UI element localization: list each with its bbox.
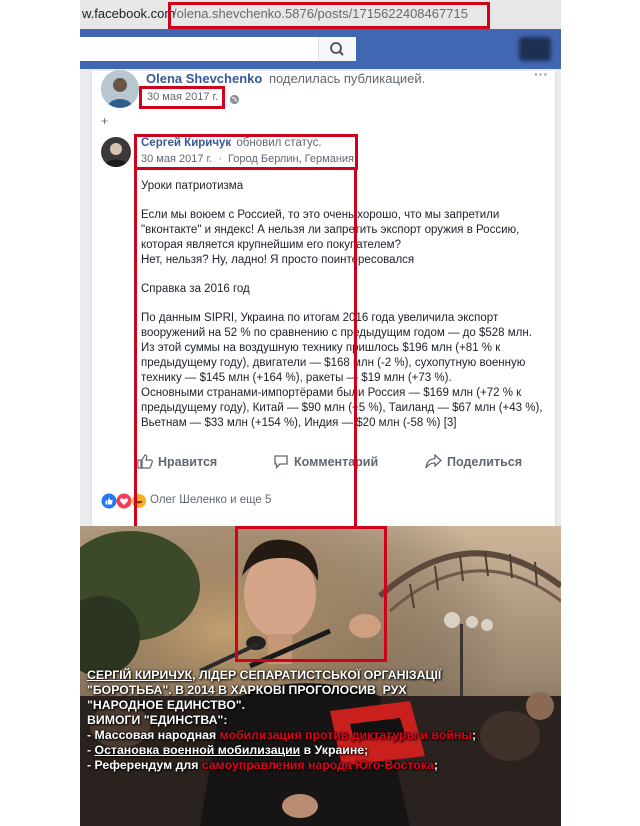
highlight-url xyxy=(168,2,490,29)
caption-line-1-rest: , ЛІДЕР СЕПАРАТИСТСЬКОЇ ОРГАНІЗАЦІЇ xyxy=(192,668,442,682)
demand-1-suffix: ; xyxy=(471,728,477,742)
search-button[interactable] xyxy=(318,37,356,61)
demand-3-suffix: ; xyxy=(433,758,438,772)
search-icon xyxy=(330,42,344,56)
sharer-photo xyxy=(101,70,139,108)
url-host: w.facebook.com xyxy=(82,6,176,21)
sharer-action: поделилась публикацией. xyxy=(268,71,426,86)
demand-1-prefix: - Массовая народная xyxy=(87,728,220,742)
caption-demand-1: - Массовая народная мобилизация против д… xyxy=(87,728,557,743)
caption-demand-2: - Остановка военной мобилизации в Украин… xyxy=(87,743,557,758)
demand-3-prefix: - Референдум для xyxy=(87,758,202,772)
highlight-post-body-top xyxy=(134,134,137,170)
love-reaction-icon xyxy=(116,493,132,509)
demand-3-highlight: самоуправления народа Юго-Востока xyxy=(201,758,434,772)
share-label: Поделиться xyxy=(447,454,523,469)
sharer-avatar[interactable] xyxy=(101,70,139,108)
author-avatar[interactable] xyxy=(101,137,131,167)
sharer-name[interactable]: Olena Shevchenko xyxy=(146,71,262,86)
share-more-icon[interactable]: ··· xyxy=(534,66,548,82)
share-button[interactable]: Поделиться xyxy=(425,454,522,469)
caption-line-3: "НАРОДНОЕ ЕДИНСТВО". xyxy=(87,698,246,712)
caption-name: СЕРГІЙ КИРИЧУК xyxy=(87,668,193,682)
search-input[interactable] xyxy=(80,37,356,61)
sharer-line: Olena Shevchenko поделилась публикацией. xyxy=(146,71,425,86)
highlight-post-body xyxy=(134,169,357,529)
share-arrow-icon xyxy=(425,454,442,469)
like-reaction-icon xyxy=(101,493,117,509)
author-photo xyxy=(101,137,131,167)
photo-caption: СЕРГІЙ КИРИЧУК, ЛІДЕР СЕПАРАТИСТСЬКОЇ ОР… xyxy=(87,668,557,773)
caption-line-1: СЕРГІЙ КИРИЧУК, ЛІДЕР СЕПАРАТИСТСЬКОЇ ОР… xyxy=(87,668,557,683)
demand-2-prefix: - xyxy=(87,743,95,757)
demand-2-suffix: в Украине; xyxy=(300,743,369,757)
caption-demand-3: - Референдум для самоуправления народа Ю… xyxy=(87,758,557,773)
caption-line-2: "БОРОТЬБА". В 2014 В ХАРКОВІ ПРОГОЛОСИВ … xyxy=(87,683,407,697)
globe-icon xyxy=(229,92,240,110)
caption-line-4: ВИМОГИ "ЕДИНСТВА": xyxy=(87,713,228,727)
demand-2-highlight: Остановка военной мобилизации xyxy=(94,743,301,757)
highlight-share-date xyxy=(139,86,225,109)
expand-plus[interactable]: + xyxy=(101,114,108,128)
highlight-post-header xyxy=(134,134,358,170)
demand-1-highlight: мобилизация против диктатуры и войны xyxy=(219,728,472,742)
highlight-face xyxy=(235,526,387,662)
profile-thumbnail[interactable] xyxy=(519,37,551,61)
facebook-header xyxy=(80,29,561,69)
